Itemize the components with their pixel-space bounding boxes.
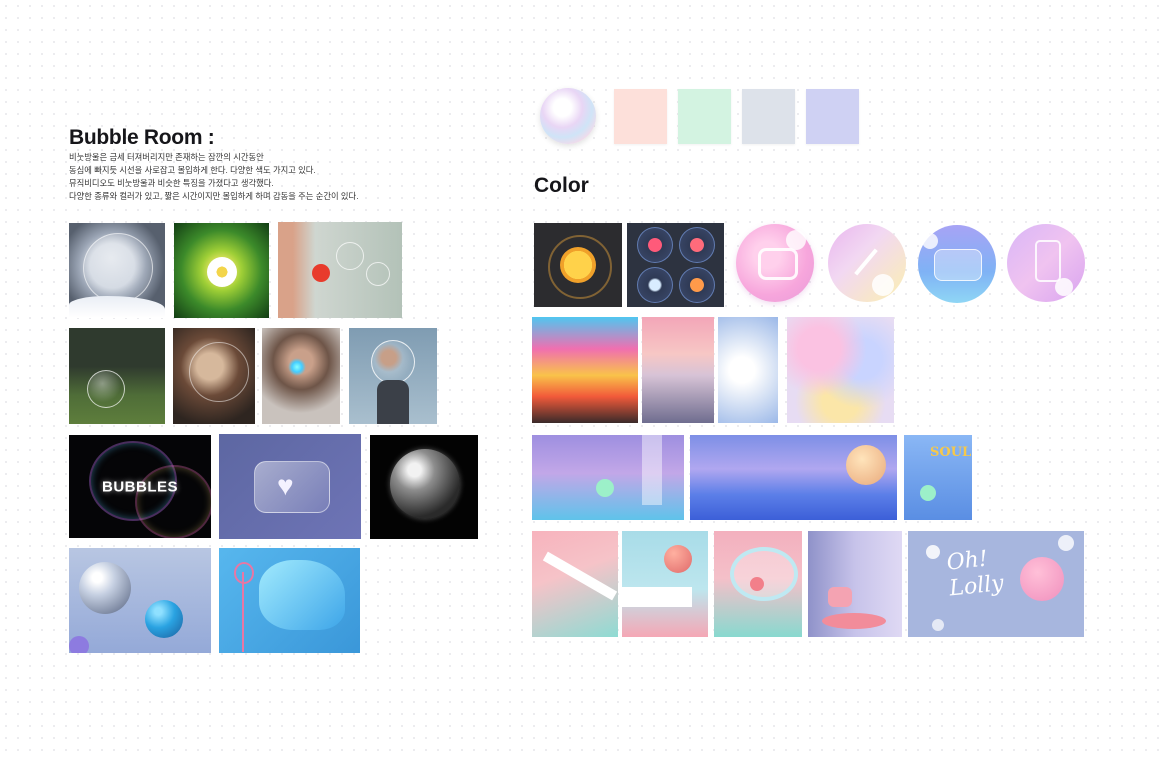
soul-poster-text: SOUL — [930, 445, 972, 460]
bubbles-tile-text: BUBBLES — [101, 478, 178, 495]
color-powder-festival-image — [532, 317, 638, 423]
frozen-bubble-image — [69, 223, 165, 318]
color-swatch-gray — [742, 89, 795, 144]
pastel-watercolor-image — [787, 317, 894, 423]
heart-icon: ♥ — [277, 470, 294, 501]
color-section-title: Color — [534, 174, 589, 197]
pastel-racket-image — [714, 531, 802, 637]
bubbles-text-image: BUBBLES — [69, 435, 211, 538]
pastel-track-ball-image — [532, 531, 618, 637]
pastel-ball-step-image — [622, 531, 708, 637]
chat-icon — [918, 225, 996, 303]
woman-bubble-image — [173, 328, 255, 424]
camera-icon — [736, 224, 814, 302]
person-bubble-grass-image — [69, 328, 165, 424]
blowing-bubbles-image — [278, 222, 402, 318]
soul-poster-image: SOUL — [904, 435, 972, 520]
heart-icon — [637, 227, 673, 263]
orange-slice-icon — [560, 247, 596, 283]
oh-lolly-image: Oh! Lolly — [908, 531, 1084, 637]
pencil-icon — [828, 224, 906, 302]
man-helmet-bubble-image — [349, 328, 437, 424]
color-swatch-peach — [614, 89, 667, 144]
iridescent-bubble-swatch — [540, 88, 596, 144]
orange-icon-tile — [534, 223, 622, 307]
phone-icon — [1007, 224, 1085, 302]
girl-bubble-image — [262, 328, 340, 424]
description-line: 다양한 종류와 컬러가 있고, 짧은 시간이지만 몰입하게 하며 감동을 주는 … — [69, 191, 359, 201]
glass-glove-image — [219, 548, 360, 653]
sunset-clouds-image — [642, 317, 714, 423]
snowflake-icon — [637, 267, 673, 303]
shield-icon — [679, 227, 715, 263]
app-icons-tile — [627, 223, 724, 307]
description-line: 동심에 빠지듯 시선을 사로잡고 몰입하게 한다. 다양한 색도 가지고 있다. — [69, 165, 316, 175]
soul-scene-two-image — [690, 435, 897, 520]
3d-bubbles-image — [69, 548, 211, 653]
pastel-clouds-image — [718, 317, 778, 423]
pastel-room-image — [808, 531, 902, 637]
soul-scene-one-image — [532, 435, 684, 520]
color-swatch-mint — [678, 89, 731, 144]
daisy-bubble-image — [174, 223, 269, 318]
moodboard-title: Bubble Room : — [69, 126, 215, 149]
flower-icon — [679, 267, 715, 303]
description-line: 비눗방울은 금세 터져버리지만 존재하는 잠깐의 시간동안 — [69, 152, 264, 162]
heart-glass-icon-image: ♥ — [219, 434, 361, 539]
description-line: 뮤직비디오도 비눗방울과 비슷한 특징을 가졌다고 생각했다. — [69, 178, 274, 188]
oh-lolly-text: Oh! Lolly — [945, 546, 1005, 602]
moodboard-description: 비눗방울은 금세 터져버리지만 존재하는 잠깐의 시간동안 동심에 빠지듯 시선… — [69, 151, 359, 203]
color-swatch-lavender — [806, 89, 859, 144]
liquid-bubble-image — [370, 435, 478, 539]
